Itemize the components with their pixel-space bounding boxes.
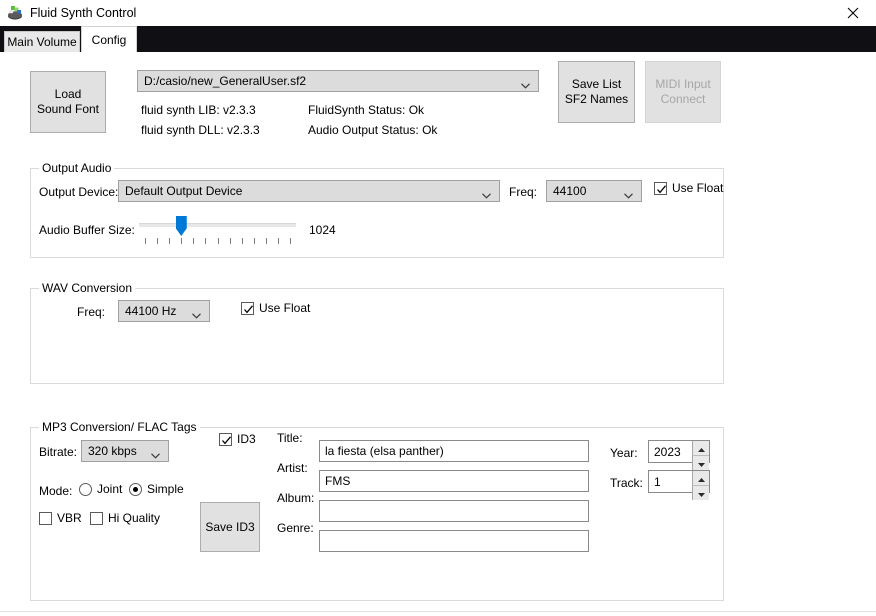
wav-freq-value: 44100 Hz: [125, 304, 177, 318]
caret-up-icon: [697, 471, 705, 485]
chevron-down-icon: [624, 188, 633, 199]
artist-input-value: FMS: [325, 474, 351, 488]
window-title: Fluid Synth Control: [30, 6, 137, 20]
track-spinner[interactable]: 1: [648, 470, 710, 500]
fluidsynth-lib-version: fluid synth LIB: v2.3.3: [141, 103, 256, 117]
title-input-value: la fiesta (elsa panther): [325, 444, 444, 458]
mode-simple-radio[interactable]: Simple: [129, 482, 184, 496]
track-spinner-down[interactable]: [692, 486, 709, 500]
track-spinner-up[interactable]: [692, 471, 709, 486]
title-bar: Fluid Synth Control: [0, 0, 876, 26]
output-use-float-label: Use Float: [672, 181, 724, 195]
load-sound-font-button[interactable]: Load Sound Font: [30, 71, 106, 133]
year-spinner[interactable]: 2023: [648, 440, 710, 470]
year-spinner-up[interactable]: [692, 441, 709, 456]
close-button[interactable]: [830, 0, 876, 26]
audio-buffer-size-slider[interactable]: [139, 216, 296, 246]
slider-track: [139, 223, 296, 227]
wav-freq-combobox[interactable]: 44100 Hz: [118, 300, 210, 322]
output-use-float-checkbox[interactable]: Use Float: [654, 181, 723, 195]
mode-joint-label: Joint: [97, 482, 123, 496]
audio-buffer-size-label: Audio Buffer Size:: [39, 223, 135, 237]
title-field-label: Title:: [277, 431, 303, 445]
synth-app-icon: [7, 5, 24, 21]
window-bottom-divider: [0, 611, 876, 612]
chevron-down-icon: [482, 188, 491, 199]
bitrate-value: 320 kbps: [88, 444, 137, 458]
album-field-label: Album:: [277, 491, 315, 505]
check-icon: [244, 304, 253, 313]
tab-main-volume[interactable]: Main Volume: [4, 31, 80, 52]
album-input[interactable]: [319, 500, 589, 522]
track-label: Track:: [610, 476, 643, 490]
year-label: Year:: [610, 446, 638, 460]
output-freq-value: 44100: [553, 184, 587, 198]
track-spinner-buttons: [692, 471, 709, 500]
fluidsynth-dll-version: fluid synth DLL: v2.3.3: [141, 123, 260, 137]
wav-use-float-checkbox[interactable]: Use Float: [241, 301, 310, 315]
year-spinner-buttons: [692, 441, 709, 470]
chevron-down-icon: [521, 78, 530, 89]
year-spinner-down[interactable]: [692, 456, 709, 470]
bitrate-label: Bitrate:: [39, 445, 78, 459]
config-panel: Load Sound Font D:/casio/new_GeneralUser…: [0, 52, 876, 612]
checkbox-box: [90, 511, 103, 525]
hi-quality-checkbox[interactable]: Hi Quality: [90, 511, 160, 525]
tab-config[interactable]: Config: [81, 26, 137, 52]
id3-checkbox[interactable]: ID3: [219, 432, 256, 446]
audio-buffer-size-value: 1024: [309, 223, 336, 237]
genre-field-label: Genre:: [277, 521, 314, 535]
track-value: 1: [654, 474, 661, 489]
mode-joint-radio[interactable]: Joint: [79, 482, 122, 496]
soundfont-path-combobox[interactable]: D:/casio/new_GeneralUser.sf2: [137, 70, 539, 92]
soundfont-path-value: D:/casio/new_GeneralUser.sf2: [144, 74, 307, 88]
title-input[interactable]: la fiesta (elsa panther): [319, 440, 589, 462]
fluidsynth-status: FluidSynth Status: Ok: [308, 103, 425, 117]
hi-quality-label: Hi Quality: [108, 511, 161, 525]
id3-label: ID3: [237, 432, 256, 446]
checkbox-box: [241, 301, 254, 315]
chevron-down-icon: [151, 448, 160, 459]
tab-main-volume-label: Main Volume: [7, 35, 77, 49]
wav-conversion-group-title: WAV Conversion: [39, 281, 136, 295]
genre-input[interactable]: [319, 530, 589, 552]
chevron-down-icon: [192, 308, 201, 319]
mp3-conversion-group-title: MP3 Conversion/ FLAC Tags: [39, 420, 200, 434]
output-freq-label: Freq:: [509, 185, 538, 199]
caret-up-icon: [697, 441, 705, 455]
slider-thumb[interactable]: [175, 216, 187, 236]
slider-ticks: [139, 238, 296, 245]
output-device-label: Output Device:: [39, 185, 119, 199]
checkbox-box: [39, 511, 52, 525]
save-id3-button[interactable]: Save ID3: [200, 502, 260, 552]
mode-simple-label: Simple: [147, 482, 184, 496]
checkbox-box: [654, 181, 667, 195]
midi-input-connect-button: MIDI Input Connect: [645, 61, 721, 123]
check-icon: [222, 435, 231, 444]
caret-down-icon: [697, 486, 705, 500]
output-audio-group-title: Output Audio: [39, 161, 115, 175]
caret-down-icon: [697, 456, 705, 470]
tab-strip: Main Volume Config: [0, 26, 876, 52]
tab-config-label: Config: [91, 32, 127, 47]
output-device-value: Default Output Device: [125, 184, 243, 198]
output-device-combobox[interactable]: Default Output Device: [118, 180, 500, 202]
check-icon: [657, 184, 666, 193]
artist-input[interactable]: FMS: [319, 470, 589, 492]
bitrate-combobox[interactable]: 320 kbps: [81, 440, 169, 462]
checkbox-box: [219, 432, 232, 446]
wav-use-float-label: Use Float: [259, 301, 311, 315]
audio-output-status: Audio Output Status: Ok: [308, 123, 438, 137]
year-value: 2023: [654, 444, 681, 459]
vbr-label: VBR: [57, 511, 82, 525]
radio-circle: [79, 482, 92, 496]
radio-circle-selected: [129, 482, 142, 496]
wav-freq-label: Freq:: [77, 305, 106, 319]
artist-field-label: Artist:: [277, 461, 308, 475]
output-freq-combobox[interactable]: 44100: [546, 180, 642, 202]
mode-label: Mode:: [39, 484, 73, 498]
close-icon: [847, 7, 859, 19]
save-list-sf2-names-button[interactable]: Save List SF2 Names: [558, 61, 635, 123]
vbr-checkbox[interactable]: VBR: [39, 511, 82, 525]
